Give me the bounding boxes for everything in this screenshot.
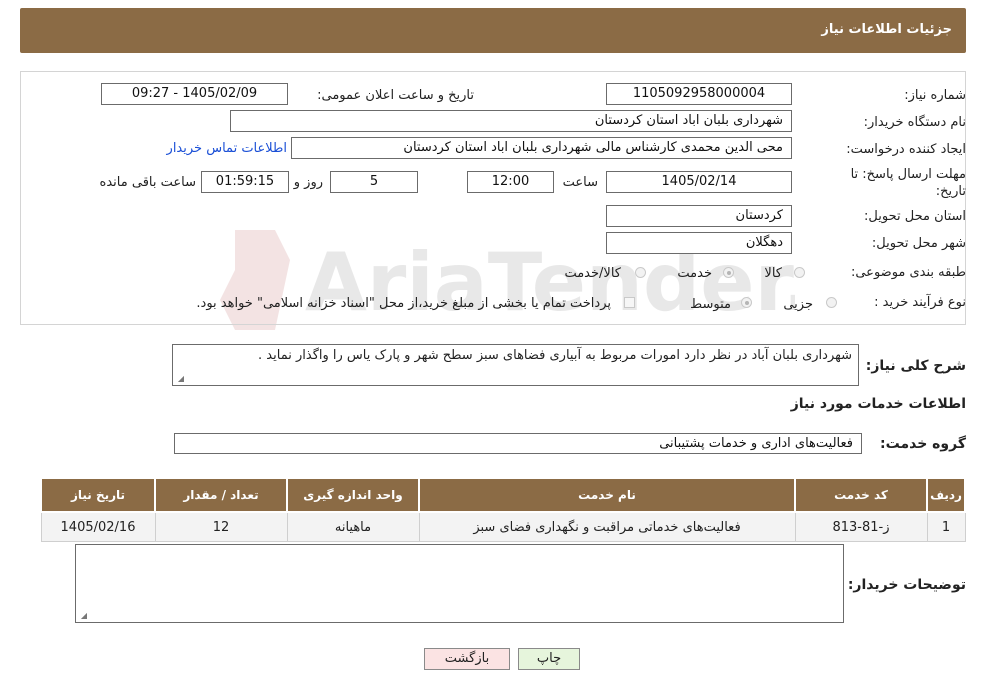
need-number-label: شماره نیاز: bbox=[904, 88, 966, 103]
category-service-label: خدمت bbox=[677, 266, 712, 281]
province-label: استان محل تحویل: bbox=[864, 209, 966, 224]
buyer-org-label: نام دستگاه خریدار: bbox=[863, 115, 966, 130]
remaining-days-field: 5 bbox=[330, 171, 418, 193]
category-service-radio[interactable] bbox=[723, 267, 734, 278]
cell-quantity: 12 bbox=[154, 511, 288, 542]
cell-service-name: فعالیت‌های خدماتی مراقبت و نگهداری فضای … bbox=[418, 511, 796, 542]
category-goods-service-radio[interactable] bbox=[635, 267, 646, 278]
summary-textarea[interactable]: شهرداری بلبان آباد در نظر دارد امورات مر… bbox=[172, 344, 859, 386]
treasury-payment-note: پرداخت تمام یا بخشی از مبلغ خرید،از محل … bbox=[196, 296, 611, 311]
services-section-title: اطلاعات خدمات مورد نیاز bbox=[790, 396, 966, 412]
deadline-label: مهلت ارسال پاسخ: تا تاریخ: bbox=[850, 167, 966, 199]
process-medium-radio[interactable] bbox=[741, 297, 752, 308]
category-goods-service-label: کالا/خدمت bbox=[564, 266, 621, 281]
table-header-row: ردیف کد خدمت نام خدمت واحد اندازه گیری ت… bbox=[40, 477, 966, 513]
remaining-time-field: 01:59:15 bbox=[201, 171, 289, 193]
page-header: جزئیات اطلاعات نیاز bbox=[20, 8, 966, 53]
service-group-label: گروه خدمت: bbox=[880, 436, 966, 452]
category-label: طبقه بندی موضوعی: bbox=[850, 265, 966, 280]
process-type-label: نوع فرآیند خرید : bbox=[874, 295, 966, 310]
buyer-contact-link[interactable]: اطلاعات تماس خریدار bbox=[167, 141, 287, 156]
deadline-time-field: 12:00 bbox=[467, 171, 554, 193]
print-button[interactable]: چاپ bbox=[518, 648, 580, 670]
city-label: شهر محل تحویل: bbox=[871, 236, 966, 251]
cell-row-number: 1 bbox=[926, 511, 966, 542]
remaining-time-label: ساعت باقی مانده bbox=[99, 175, 196, 190]
services-table: ردیف کد خدمت نام خدمت واحد اندازه گیری ت… bbox=[40, 477, 966, 542]
deadline-date-field: 1405/02/14 bbox=[606, 171, 792, 193]
city-field: دهگلان bbox=[606, 232, 792, 254]
category-goods-label: کالا bbox=[764, 266, 782, 281]
announce-datetime-label: تاریخ و ساعت اعلان عمومی: bbox=[317, 88, 474, 103]
creator-field: محی الدین محمدی کارشناس مالی شهرداری بلب… bbox=[291, 137, 792, 159]
back-button[interactable]: بازگشت bbox=[424, 648, 510, 670]
process-minor-label: جزیی bbox=[783, 297, 813, 312]
process-minor-radio[interactable] bbox=[826, 297, 837, 308]
col-quantity: تعداد / مقدار bbox=[154, 477, 288, 513]
resize-grip-icon[interactable]: ◢ bbox=[176, 375, 184, 383]
col-service-name: نام خدمت bbox=[418, 477, 796, 513]
province-field: کردستان bbox=[606, 205, 792, 227]
creator-label: ایجاد کننده درخواست: bbox=[846, 142, 966, 157]
need-number-field: 1105092958000004 bbox=[606, 83, 792, 105]
category-goods-radio[interactable] bbox=[794, 267, 805, 278]
summary-text: شهرداری بلبان آباد در نظر دارد امورات مر… bbox=[258, 348, 852, 363]
table-row: 1 ز-81-813 فعالیت‌های خدماتی مراقبت و نگ… bbox=[40, 511, 966, 542]
days-label: روز و bbox=[293, 175, 323, 190]
cell-service-code: ز-81-813 bbox=[794, 511, 928, 542]
cell-unit: ماهیانه bbox=[286, 511, 420, 542]
buyer-notes-textarea[interactable]: ◢ bbox=[75, 544, 844, 623]
col-unit: واحد اندازه گیری bbox=[286, 477, 420, 513]
col-need-date: تاریخ نیاز bbox=[40, 477, 156, 513]
col-row-number: ردیف bbox=[926, 477, 966, 513]
summary-label: شرح کلی نیاز: bbox=[865, 358, 966, 374]
resize-grip-icon[interactable]: ◢ bbox=[79, 612, 87, 620]
service-group-field: فعالیت‌های اداری و خدمات پشتیبانی bbox=[174, 433, 862, 454]
process-medium-label: متوسط bbox=[690, 297, 731, 312]
deadline-time-label: ساعت bbox=[562, 175, 598, 190]
treasury-payment-checkbox[interactable] bbox=[624, 297, 635, 308]
col-service-code: کد خدمت bbox=[794, 477, 928, 513]
buyer-org-field: شهرداری بلبان اباد استان کردستان bbox=[230, 110, 792, 132]
buyer-notes-label: توضیحات خریدار: bbox=[847, 577, 966, 593]
announce-datetime-field: 1405/02/09 - 09:27 bbox=[101, 83, 288, 105]
cell-need-date: 1405/02/16 bbox=[40, 511, 156, 542]
page-title: جزئیات اطلاعات نیاز bbox=[821, 22, 952, 37]
